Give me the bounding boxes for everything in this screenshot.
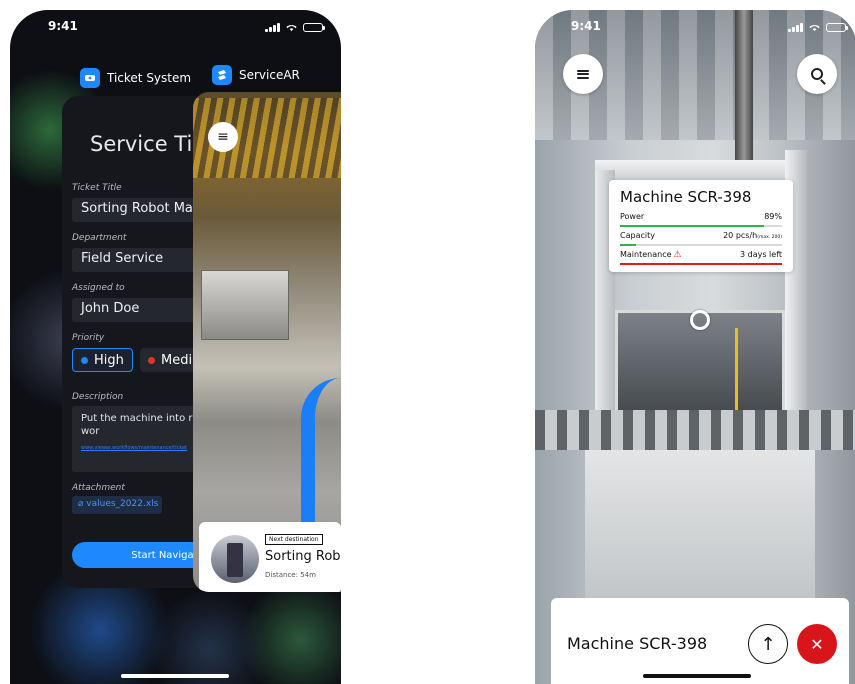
expand-button[interactable]: ↑ <box>748 624 788 664</box>
menu-icon <box>577 69 589 79</box>
power-value: 89% <box>764 212 782 221</box>
ticket-system-app-label[interactable]: Ticket System <box>80 68 191 88</box>
stage: 9:41 Ticket System ServiceAR Service Tic… <box>0 0 855 684</box>
maintenance-value: 3 days left <box>739 250 782 259</box>
priority-high-option[interactable]: High <box>72 348 133 372</box>
maintenance-bar <box>620 263 782 265</box>
capacity-max: (max. 200) <box>757 235 782 240</box>
search-icon <box>811 68 823 80</box>
close-icon: ✕ <box>810 634 824 654</box>
power-label: Power <box>620 212 645 221</box>
description-label: Description <box>72 392 124 402</box>
capacity-label: Capacity <box>620 231 655 240</box>
battery-icon <box>826 22 848 32</box>
priority-medium-dot <box>148 356 155 364</box>
maintenance-label-wrap: Maintenance ⚠ <box>620 250 682 260</box>
next-destination-card[interactable]: Next destination Sorting Robo Distance: … <box>199 522 341 592</box>
capacity-bar <box>620 244 782 246</box>
power-bar-fill <box>620 225 765 227</box>
department-label: Department <box>72 233 127 243</box>
maintenance-label: Maintenance <box>620 250 672 259</box>
close-button[interactable]: ✕ <box>797 624 837 664</box>
home-indicator[interactable] <box>121 674 229 678</box>
status-time: 9:41 <box>571 19 601 33</box>
battery-icon <box>303 22 325 32</box>
machine-conveyor <box>535 410 855 450</box>
servicear-card[interactable]: ≡ Next destination Sorting Robo Distance… <box>193 92 341 592</box>
wifi-icon <box>286 25 297 32</box>
capacity-row: Capacity 20 pcs/h(max. 200) <box>620 231 782 250</box>
assigned-to-label: Assigned to <box>72 283 125 293</box>
attachment-file[interactable]: ⌀ values_2022.xls <box>72 496 162 514</box>
destination-name: Sorting Robo <box>265 549 341 564</box>
machine-mast <box>735 10 753 180</box>
machine-frame-top <box>595 160 807 182</box>
ar-target-marker[interactable] <box>690 310 710 330</box>
status-time: 9:41 <box>48 19 78 33</box>
priority-medium-label: Medi <box>161 352 193 368</box>
destination-thumbnail <box>211 535 259 583</box>
right-phone-ar-view: 9:41 Machine SCR-398 Power 89% Capacity … <box>535 10 855 684</box>
home-indicator[interactable] <box>643 674 751 678</box>
arrow-up-icon: ↑ <box>760 633 776 655</box>
capacity-value: 20 pcs/h <box>723 231 758 240</box>
menu-icon: ≡ <box>217 129 229 145</box>
priority-medium-option[interactable]: Medi <box>140 348 201 372</box>
ticket-title-label: Ticket Title <box>72 183 122 193</box>
signal-icon <box>788 22 803 32</box>
power-bar <box>620 225 782 227</box>
power-row: Power 89% <box>620 212 782 231</box>
ar-machine-scene <box>201 270 289 340</box>
warning-icon: ⚠ <box>673 250 682 260</box>
attachment-label: Attachment <box>72 483 125 493</box>
status-icons <box>265 22 325 32</box>
priority-high-dot <box>81 356 88 364</box>
next-destination-tag: Next destination <box>265 534 323 545</box>
capacity-bar-fill <box>620 244 637 246</box>
ar-menu-button[interactable]: ≡ <box>208 122 238 152</box>
maintenance-row: Maintenance ⚠ 3 days left <box>620 250 782 269</box>
priority-label: Priority <box>72 333 105 343</box>
ticket-app-icon <box>80 68 100 88</box>
machine-info-title: Machine SCR-398 <box>620 188 752 206</box>
priority-high-label: High <box>94 352 124 368</box>
servicear-app-label[interactable]: ServiceAR <box>212 65 300 85</box>
maintenance-bar-fill <box>620 263 782 265</box>
machine-bottom-sheet[interactable]: Machine SCR-398 ↑ ✕ <box>551 598 849 684</box>
destination-distance: Distance: 54m <box>265 571 316 579</box>
capacity-value-wrap: 20 pcs/h(max. 200) <box>723 231 782 240</box>
status-icons <box>788 22 848 32</box>
machine-yellow-rail <box>735 328 738 418</box>
attachment-filename: values_2022.xls <box>86 499 159 509</box>
wifi-icon <box>809 25 820 32</box>
servicear-app-name: ServiceAR <box>239 68 300 82</box>
ticket-app-name: Ticket System <box>107 71 192 85</box>
menu-button[interactable] <box>563 54 603 94</box>
bottom-sheet-title: Machine SCR-398 <box>567 634 708 653</box>
signal-icon <box>265 22 280 32</box>
search-button[interactable] <box>797 54 837 94</box>
servicear-app-icon <box>212 65 232 85</box>
left-phone-app-switcher: 9:41 Ticket System ServiceAR Service Tic… <box>10 10 341 684</box>
machine-info-card[interactable]: Machine SCR-398 Power 89% Capacity 20 pc… <box>609 180 793 272</box>
